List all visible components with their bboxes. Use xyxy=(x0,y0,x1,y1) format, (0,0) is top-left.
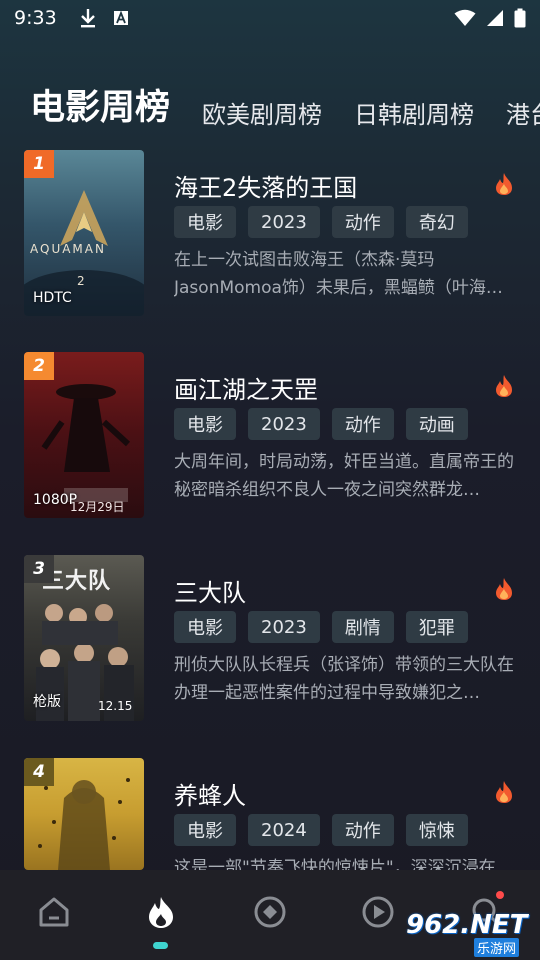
item-title[interactable]: 养蜂人 xyxy=(174,776,246,811)
tab-movie-weekly[interactable]: 电影周榜 xyxy=(30,79,170,130)
tag[interactable]: 惊悚 xyxy=(405,814,468,846)
home-icon[interactable] xyxy=(36,894,72,930)
fire-icon[interactable] xyxy=(143,894,179,930)
signal-icon xyxy=(487,10,503,26)
fire-icon xyxy=(496,173,512,195)
download-icon xyxy=(80,9,95,28)
fire-icon xyxy=(496,375,512,397)
item-description: 这是一部"节奏飞快的惊悚片"，深深沉浸在… xyxy=(174,858,513,870)
quality-label: 枪版 xyxy=(33,694,61,710)
rank-number: 1 xyxy=(33,154,45,174)
poster-image[interactable]: AQUAMAN 2 1 HDTC xyxy=(24,150,144,316)
watermark-logo: 962.NET 乐游网 xyxy=(400,908,534,957)
rank-badge: 2 xyxy=(24,352,54,380)
tag[interactable]: 2023 xyxy=(248,611,320,643)
rank-badge: 1 xyxy=(24,150,54,178)
wifi-icon xyxy=(454,9,476,26)
tag[interactable]: 2023 xyxy=(248,408,320,440)
tag-list: 电影 2024 动作 惊悚 xyxy=(174,814,468,846)
poster-image[interactable]: 4 xyxy=(24,758,144,870)
poster-sequel-number: 2 xyxy=(77,274,85,288)
fire-icon xyxy=(496,578,512,600)
tag[interactable]: 电影 xyxy=(174,814,236,846)
quality-label: HDTC xyxy=(33,290,72,306)
font-notification-icon xyxy=(113,10,128,25)
tab-hk-tw-weekly[interactable]: 港台 xyxy=(506,95,540,130)
item-title[interactable]: 三大队 xyxy=(174,573,246,608)
play-icon[interactable] xyxy=(360,894,396,930)
tag[interactable]: 电影 xyxy=(174,611,236,643)
fire-icon xyxy=(496,781,512,803)
tab-western-series-weekly[interactable]: 欧美剧周榜 xyxy=(202,95,322,130)
active-tab-indicator xyxy=(153,942,168,949)
tag[interactable]: 剧情 xyxy=(331,611,394,643)
watermark-text: 962.NET xyxy=(406,910,528,940)
list-item[interactable]: 三大队 12.15 3 枪版 三大队 电影 2023 剧情 犯罪 刑侦大队队长程… xyxy=(0,555,540,723)
quality-label: 1080P xyxy=(33,492,78,508)
tag[interactable]: 动画 xyxy=(405,408,468,440)
tag[interactable]: 动作 xyxy=(331,814,394,846)
battery-icon xyxy=(514,8,526,28)
tag[interactable]: 2024 xyxy=(248,814,320,846)
tag[interactable]: 2023 xyxy=(248,206,320,238)
poster-title-text: AQUAMAN xyxy=(30,242,106,256)
tag-list: 电影 2023 剧情 犯罪 xyxy=(174,611,468,643)
tag[interactable]: 电影 xyxy=(174,206,236,238)
item-description: 在上一次试图击败海王（杰森·莫玛 JasonMomoa饰）未果后，黑蝠鲼（叶海… xyxy=(174,250,503,298)
watermark-subtext: 乐游网 xyxy=(474,938,520,957)
item-description: 大周年间，时局动荡，奸臣当道。直属帝王的秘密暗杀组织不良人一夜之间突然群龙… xyxy=(174,452,514,500)
list-item[interactable]: 12月29日 2 1080P 画江湖之天罡 电影 2023 动作 动画 大周年间… xyxy=(0,352,540,520)
notification-dot xyxy=(496,891,504,899)
ranking-tabs: 电影周榜 欧美剧周榜 日韩剧周榜 港台 xyxy=(30,70,540,130)
rank-badge: 4 xyxy=(24,758,54,786)
poster-image[interactable]: 三大队 12.15 3 枪版 xyxy=(24,555,144,721)
poster-release-date: 12.15 xyxy=(98,699,133,713)
list-item[interactable]: AQUAMAN 2 1 HDTC 海王2失落的王国 电影 2023 动作 奇幻 … xyxy=(0,150,540,318)
tag-list: 电影 2023 动作 奇幻 xyxy=(174,206,468,238)
discover-icon[interactable] xyxy=(252,894,288,930)
rank-number: 3 xyxy=(33,559,45,579)
status-bar: 9:33 xyxy=(0,0,540,36)
item-title[interactable]: 海王2失落的王国 xyxy=(174,168,357,203)
rank-badge: 3 xyxy=(24,555,54,583)
rank-number: 2 xyxy=(33,356,45,376)
poster-image[interactable]: 12月29日 2 1080P xyxy=(24,352,144,518)
item-title[interactable]: 画江湖之天罡 xyxy=(174,370,318,405)
tag[interactable]: 奇幻 xyxy=(405,206,468,238)
tag[interactable]: 电影 xyxy=(174,408,236,440)
tag[interactable]: 犯罪 xyxy=(405,611,468,643)
tab-jp-kr-series-weekly[interactable]: 日韩剧周榜 xyxy=(354,95,474,130)
tag[interactable]: 动作 xyxy=(331,206,394,238)
status-time: 9:33 xyxy=(14,7,57,29)
rank-number: 4 xyxy=(33,762,45,782)
poster-release-date: 12月29日 xyxy=(70,500,125,514)
tag[interactable]: 动作 xyxy=(331,408,394,440)
item-description: 刑侦大队队长程兵（张译饰）带领的三大队在办理一起恶性案件的过程中导致嫌犯之… xyxy=(174,655,514,703)
tag-list: 电影 2023 动作 动画 xyxy=(174,408,468,440)
